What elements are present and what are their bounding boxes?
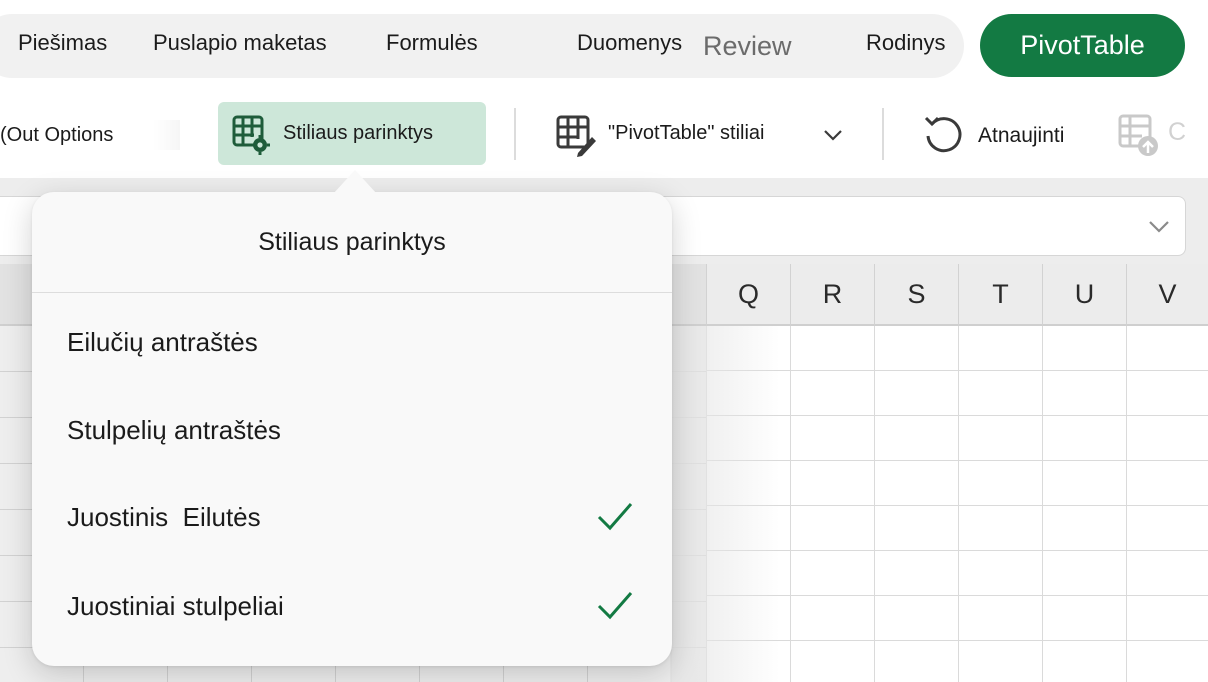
column-header-r[interactable]: R: [790, 264, 874, 326]
style-options-button[interactable]: Stiliaus parinktys: [218, 102, 486, 165]
chevron-down-icon[interactable]: [1146, 213, 1172, 239]
chevron-down-icon[interactable]: [822, 124, 844, 146]
ribbon-divider: [882, 108, 884, 160]
option-label: Eilučių antraštės: [67, 327, 258, 357]
popover-divider: [32, 292, 672, 293]
ribbon-tab-bar: Piešimas Puslapio maketas Formulės Duome…: [0, 0, 1208, 96]
change-data-source-button[interactable]: C: [1118, 110, 1208, 160]
option-column-headers[interactable]: Stulpelių antraštės: [32, 388, 672, 468]
option-row-headers[interactable]: Eilučių antraštės: [32, 300, 672, 380]
change-data-source-label: C: [1168, 118, 1187, 146]
refresh-button[interactable]: Atnaujinti: [922, 110, 1092, 160]
tab-review[interactable]: Review: [703, 31, 792, 62]
pivottable-styles-button[interactable]: "PivotTable" stiliai: [556, 110, 856, 160]
column-header-q[interactable]: Q: [706, 264, 790, 326]
checkmark-icon: [597, 503, 633, 531]
ribbon-toolbar: (Out Options Stiliaus parinktys "PivotTa…: [0, 96, 1208, 178]
pivottable-styles-label: "PivotTable" stiliai: [608, 122, 765, 145]
popover-arrow: [333, 170, 377, 194]
refresh-icon: [924, 116, 962, 153]
option-banded-rows[interactable]: Juostinis Eilutės: [32, 475, 672, 555]
option-label: Stulpelių antraštės: [67, 415, 281, 445]
grid-shadow: [670, 326, 780, 682]
cell-grid[interactable]: [706, 326, 1208, 682]
column-header-t[interactable]: T: [958, 264, 1042, 326]
table-settings-icon: [232, 115, 270, 155]
table-upload-icon: [1118, 114, 1158, 156]
table-style-icon: [556, 115, 596, 157]
column-header-v[interactable]: V: [1126, 264, 1208, 326]
style-options-label: Stiliaus parinktys: [283, 122, 434, 144]
tab-data[interactable]: Duomenys: [577, 30, 682, 56]
style-options-popover: Stiliaus parinktys Eilučių antraštės Stu…: [32, 192, 672, 666]
option-label: Juostiniai stulpeliai: [67, 591, 284, 621]
refresh-label: Atnaujinti: [978, 124, 1065, 147]
tab-strip: [0, 14, 964, 78]
tab-page-layout[interactable]: Puslapio maketas: [153, 30, 327, 56]
tab-view[interactable]: Rodinys: [866, 30, 945, 56]
tab-formulas[interactable]: Formulės: [386, 30, 478, 56]
option-banded-columns[interactable]: Juostiniai stulpeliai: [32, 564, 672, 644]
layout-options-button[interactable]: (Out Options: [0, 120, 180, 150]
column-header-s[interactable]: S: [874, 264, 958, 326]
ribbon-divider: [514, 108, 516, 160]
checkmark-icon: [597, 592, 633, 620]
column-header: I: [0, 280, 2, 311]
option-label: Juostinis Eilutės: [67, 502, 261, 532]
tab-draw[interactable]: Piešimas: [18, 30, 107, 56]
tab-pivottable[interactable]: PivotTable: [980, 14, 1185, 77]
popover-title: Stiliaus parinktys: [258, 228, 446, 256]
column-header-u[interactable]: U: [1042, 264, 1126, 326]
